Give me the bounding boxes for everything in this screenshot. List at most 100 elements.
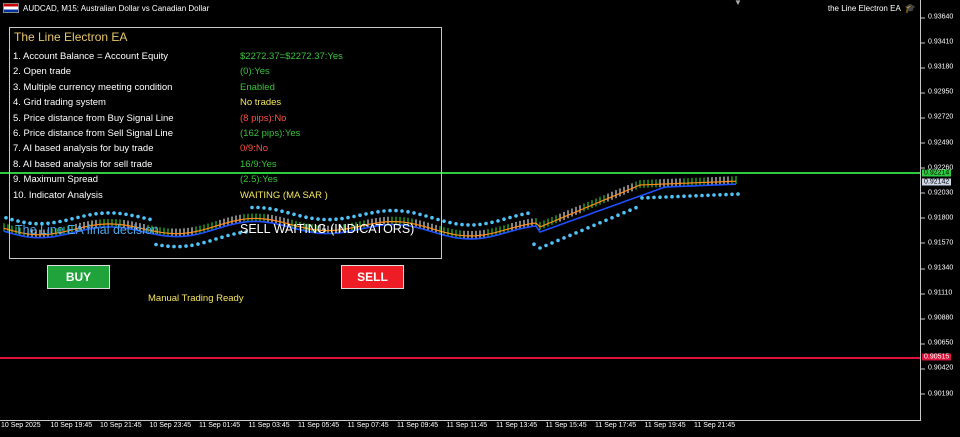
parabolic-sar-dot (682, 194, 686, 198)
buy-button[interactable]: BUY (47, 265, 110, 289)
price-tick: 0.93640 (920, 13, 954, 21)
time-axis[interactable]: 10 Sep 2025 10 Sep 19:45 10 Sep 21:45 10 Se… (0, 420, 920, 437)
parabolic-sar-dot (730, 192, 734, 197)
parabolic-sar-dot (646, 195, 650, 200)
price-tick: 0.93180 (920, 63, 954, 71)
parabolic-sar-dot (700, 193, 704, 198)
parabolic-sar-dot (526, 211, 530, 215)
parabolic-sar-dot (484, 221, 488, 226)
time-tick: 10 Sep 19:45 (50, 422, 93, 429)
chart-scroll-arrow-icon[interactable]: ▼ (734, 0, 742, 7)
time-tick: 11 Sep 01:45 (199, 422, 241, 429)
panel-row-value: (2.5):Yes (240, 174, 278, 186)
time-tick: 10 Sep 23:45 (149, 422, 192, 429)
panel-row-value: WAITING (MA SAR ) (240, 189, 328, 201)
time-tick: 11 Sep 15:45 (545, 422, 587, 429)
panel-row-value: 0/9:No (240, 143, 268, 155)
panel-row-label: 1. Account Balance = Account Equity (13, 51, 169, 62)
parabolic-sar-dot (466, 223, 470, 227)
expert-hat-icon: 🎓 (904, 3, 916, 13)
panel-row-value: (8 pips):No (240, 112, 287, 124)
sell-button[interactable]: SELL (341, 265, 404, 289)
parabolic-sar-dot (598, 221, 602, 225)
panel-title: The Line Electron EA (14, 30, 128, 44)
ea-label[interactable]: the Line Electron EA 🎓 (828, 3, 916, 14)
price-axis[interactable]: 0.93640 0.93410 0.93180 0.92950 0.92720 0.924… (920, 0, 960, 420)
buy-signal-line (0, 357, 920, 359)
panel-row-value: Enabled (240, 81, 275, 93)
parabolic-sar-dot (460, 222, 464, 227)
time-tick: 11 Sep 09:45 (397, 422, 439, 429)
price-level-badge: 0.90515 (922, 353, 952, 361)
parabolic-sar-dot (586, 226, 590, 230)
manual-trading-status: Manual Trading Ready (148, 293, 244, 304)
parabolic-sar-dot (574, 231, 578, 235)
parabolic-sar-dot (664, 195, 668, 199)
parabolic-sar-dot (514, 214, 518, 218)
parabolic-sar-dot (622, 210, 626, 215)
price-tick: 0.91110 (920, 289, 953, 297)
parabolic-sar-dot (640, 196, 644, 200)
parabolic-sar-dot (442, 219, 446, 223)
parabolic-sar-dot (472, 223, 476, 227)
time-tick: 11 Sep 19:45 (644, 422, 686, 429)
price-tick: 0.92490 (920, 139, 954, 146)
panel-row-label: 5. Price distance from Buy Signal Line (13, 112, 174, 124)
time-tick: 11 Sep 03:45 (248, 422, 290, 429)
panel-row-label: 7. AI based analysis for buy trade (13, 143, 154, 155)
price-tick: 0.90190 (920, 390, 954, 397)
price-tick: 0.92950 (920, 88, 954, 96)
parabolic-sar-dot (694, 194, 698, 198)
panel-row-label: 2. Open trade (13, 66, 72, 78)
price-level-badge: 0.92142 (922, 178, 952, 186)
final-decision-value: SELL WAITING (INDICATORS) (240, 222, 415, 236)
price-tick: 0.90880 (920, 314, 954, 322)
parabolic-sar-dot (712, 193, 716, 197)
time-tick: 10 Sep 2025 (1, 422, 41, 429)
parabolic-sar-dot (556, 238, 560, 243)
time-tick: 11 Sep 11:45 (446, 422, 488, 429)
price-tick: 0.91570 (920, 239, 954, 247)
time-tick: 11 Sep 05:45 (298, 422, 340, 429)
parabolic-sar-dot (604, 218, 608, 223)
parabolic-sar-dot (538, 246, 542, 250)
parabolic-sar-dot (550, 241, 554, 245)
ea-name: the Line Electron EA (827, 4, 901, 13)
parabolic-sar-dot (454, 222, 458, 226)
parabolic-sar-dot (724, 192, 728, 197)
parabolic-sar-dot (562, 236, 566, 240)
parabolic-sar-dot (658, 195, 662, 199)
parabolic-sar-dot (544, 243, 548, 248)
chart-title: AUDCAD, M15: Australian Dollar vs Canadi… (3, 3, 209, 13)
time-tick: 10 Sep 21:45 (100, 422, 142, 429)
price-tick: 0.90420 (920, 364, 954, 372)
panel-row-label: 6. Price distance from Sell Signal Line (13, 128, 173, 139)
price-tick: 0.92030 (920, 189, 954, 197)
price-tick: 0.90650 (920, 339, 954, 347)
parabolic-sar-dot (628, 208, 632, 212)
symbol-flag-icon (3, 3, 19, 13)
panel-row-label: 3. Multiple currency meeting condition (13, 81, 173, 93)
parabolic-sar-dot (502, 217, 506, 221)
parabolic-sar-dot (670, 194, 674, 199)
price-tick: 0.91340 (920, 264, 954, 272)
panel-row-value: 16/9:Yes (240, 158, 277, 170)
price-tick: 0.91800 (920, 214, 954, 222)
final-decision-label: The Line EA final decision (15, 223, 159, 237)
time-tick: 11 Sep 21:45 (694, 422, 736, 429)
parabolic-sar-dot (592, 223, 596, 228)
parabolic-sar-dot (676, 194, 680, 199)
parabolic-sar-dot (706, 193, 710, 198)
parabolic-sar-dot (490, 220, 494, 225)
parabolic-sar-dot (616, 213, 620, 217)
price-level-badge: 0.92214 (922, 169, 952, 177)
parabolic-sar-dot (508, 215, 512, 220)
parabolic-sar-dot (520, 212, 524, 217)
parabolic-sar-dot (580, 228, 584, 233)
parabolic-sar-dot (688, 194, 692, 198)
parabolic-sar-dot (532, 242, 536, 246)
panel-row-value: (162 pips):Yes (240, 128, 301, 139)
symbol-title: AUDCAD, M15: Australian Dollar vs Canadi… (23, 3, 210, 13)
panel-row-value: $2272.37=$2272.37:Yes (240, 51, 343, 62)
parabolic-sar-dot (634, 205, 638, 210)
